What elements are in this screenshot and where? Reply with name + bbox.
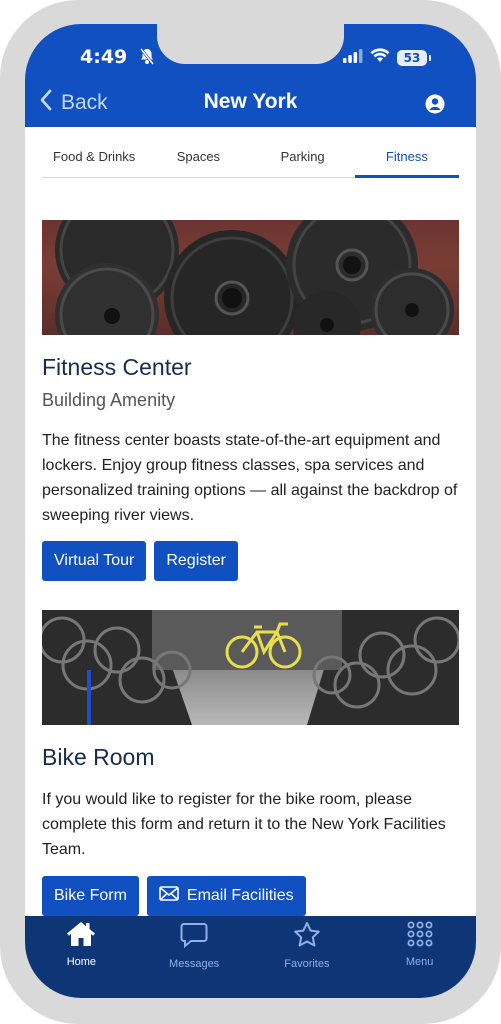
- tab-parking[interactable]: Parking: [251, 139, 355, 177]
- bike-form-button[interactable]: Bike Form: [42, 876, 139, 916]
- virtual-tour-button[interactable]: Virtual Tour: [42, 541, 147, 581]
- chat-icon: [180, 921, 208, 954]
- bike-room-image: [42, 610, 459, 725]
- nav-messages-label: Messages: [169, 958, 220, 970]
- app-header: 4:49 53 Back New York: [25, 24, 476, 127]
- signal-icon: [343, 48, 363, 68]
- nav-favorites-label: Favorites: [284, 958, 330, 970]
- nav-messages[interactable]: Messages: [138, 916, 251, 998]
- bottom-tab-bar: Home Messages Favorites Menu: [25, 916, 476, 998]
- star-icon: [293, 921, 321, 954]
- fitness-center-subtitle: Building Amenity: [42, 390, 176, 410]
- wifi-icon: [370, 48, 390, 68]
- bell-off-icon: [139, 48, 155, 70]
- device-notch: [157, 24, 344, 64]
- bike-room-title: Bike Room: [42, 744, 155, 770]
- bike-form-label: Bike Form: [54, 887, 127, 904]
- bike-room-actions: Bike Form Email Facilities: [42, 876, 459, 916]
- register-button[interactable]: Register: [154, 541, 238, 581]
- profile-icon[interactable]: [425, 94, 445, 119]
- email-facilities-button[interactable]: Email Facilities: [146, 876, 306, 916]
- battery-indicator: 53: [397, 50, 431, 66]
- fitness-center-description: The fitness center boasts state-of-the-a…: [42, 432, 458, 524]
- amenity-list: Fitness Center Building Amenity The fitn…: [42, 220, 459, 916]
- nav-home-label: Home: [66, 956, 97, 968]
- nav-favorites[interactable]: Favorites: [251, 916, 364, 998]
- fitness-center-actions: Virtual Tour Register: [42, 541, 459, 581]
- page-title: New York: [203, 90, 298, 113]
- nav-menu-label: Menu: [405, 956, 434, 968]
- tab-spaces[interactable]: Spaces: [146, 139, 250, 177]
- app-screen: 4:49 53 Back New York Food & Drinks Spac…: [25, 24, 476, 998]
- envelope-icon: [159, 886, 179, 906]
- fitness-center-title: Fitness Center: [42, 354, 192, 380]
- fitness-center-image: [42, 220, 459, 335]
- grid-icon: [407, 921, 433, 952]
- tab-food-drinks[interactable]: Food & Drinks: [42, 139, 146, 177]
- nav-menu[interactable]: Menu: [363, 916, 476, 998]
- bike-room-description: If you would like to register for the bi…: [42, 791, 446, 858]
- status-indicators: 53: [343, 48, 431, 68]
- virtual-tour-label: Virtual Tour: [54, 552, 135, 569]
- register-label: Register: [166, 552, 226, 569]
- tab-fitness[interactable]: Fitness: [354, 139, 460, 178]
- home-icon: [66, 921, 96, 952]
- status-time: 4:49: [80, 46, 128, 68]
- nav-home[interactable]: Home: [25, 916, 138, 998]
- category-tabs: Food & Drinks Spaces Parking Fitness: [42, 139, 460, 178]
- email-facilities-label: Email Facilities: [186, 887, 294, 904]
